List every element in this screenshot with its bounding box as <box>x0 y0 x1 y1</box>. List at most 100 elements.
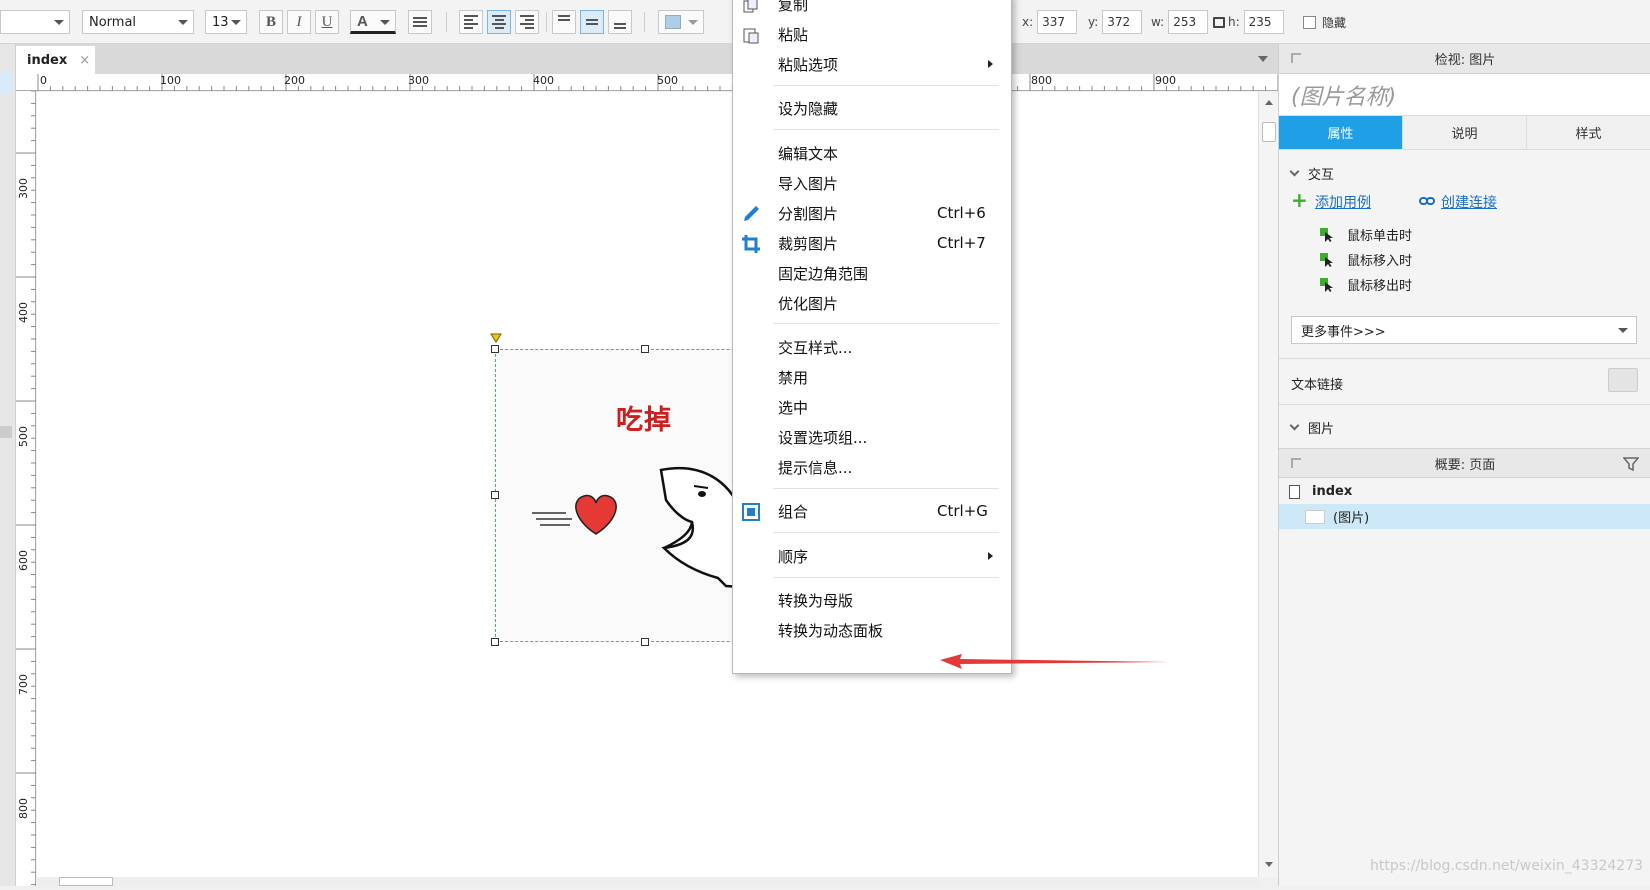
hidden-toggle[interactable]: 隐藏 <box>1303 10 1346 34</box>
font-family-select[interactable] <box>0 10 70 34</box>
h-input[interactable]: 235 <box>1243 10 1284 34</box>
fill-color-button[interactable] <box>658 10 704 34</box>
scroll-down-icon[interactable] <box>1265 862 1273 867</box>
menu-item-paste[interactable]: 粘贴 <box>733 19 1011 49</box>
lock-aspect-icon[interactable] <box>1213 16 1225 28</box>
menu-item-copy[interactable]: 复制 <box>733 0 1011 19</box>
watermark: https://blog.csdn.net/weixin_43324273 <box>1370 858 1644 874</box>
font-size-select[interactable]: 13 <box>205 10 247 34</box>
tab-style[interactable]: 样式 <box>1527 116 1650 150</box>
widget-name-input[interactable]: (图片名称) <box>1279 74 1650 116</box>
font-size-value: 13 <box>212 14 229 30</box>
tab-notes[interactable]: 说明 <box>1403 116 1527 150</box>
menu-item-convert-to-master[interactable]: 转换为母版 <box>733 585 1011 615</box>
style-select[interactable]: Normal <box>82 10 194 34</box>
text-link-button[interactable] <box>1608 368 1638 392</box>
collapse-arrow-icon[interactable] <box>1291 458 1301 468</box>
tab-properties[interactable]: 属性 <box>1279 116 1403 150</box>
menu-item-selection-group[interactable]: 设置选项组... <box>733 422 1011 452</box>
resize-handle-top-left[interactable] <box>491 345 499 353</box>
design-canvas[interactable]: 吃掉 <box>37 92 1258 877</box>
ruler-h-label: 300 <box>408 74 429 87</box>
right-panel: 检视: 图片 (图片名称) 属性 说明 样式 交互 + 添加用例 创建连接 鼠标… <box>1278 44 1650 886</box>
menu-item-label: 交互样式... <box>778 338 853 357</box>
w-input[interactable]: 253 <box>1168 10 1209 34</box>
tab-menu-chevron-icon[interactable] <box>1258 56 1268 62</box>
font-color-button[interactable]: A <box>350 10 396 34</box>
event-cursor-icon <box>1320 252 1333 267</box>
add-icon[interactable]: + <box>1291 190 1308 210</box>
resize-handle-bottom-left[interactable] <box>491 638 499 646</box>
x-input[interactable]: 337 <box>1037 10 1078 34</box>
ruler-h-label: 500 <box>657 74 678 87</box>
menu-item-order[interactable]: 顺序 <box>733 541 1011 571</box>
menu-item-set-hidden[interactable]: 设为隐藏 <box>733 93 1011 123</box>
image-section-title: 图片 <box>1308 422 1335 437</box>
bullet-list-button[interactable] <box>408 10 432 34</box>
horizontal-scrollbar[interactable] <box>37 877 1258 886</box>
menu-item-disable[interactable]: 禁用 <box>733 362 1011 392</box>
menu-item-paste-options[interactable]: 粘贴选项 <box>733 49 1011 79</box>
filter-icon[interactable] <box>1623 457 1639 471</box>
ruler-corner <box>16 74 36 91</box>
create-link-link[interactable]: 创建连接 <box>1441 192 1497 212</box>
outline-page-label: index <box>1312 484 1353 499</box>
menu-item-shortcut: Ctrl+7 <box>937 234 986 252</box>
menu-item-label: 导入图片 <box>778 174 839 193</box>
align-center-button[interactable] <box>487 10 511 34</box>
close-icon[interactable]: × <box>79 53 90 68</box>
list-icon <box>413 17 427 27</box>
event-onmouseleave[interactable]: 鼠标移出时 <box>1319 275 1412 294</box>
resize-handle-bottom[interactable] <box>641 638 649 646</box>
menu-item-optimize-image[interactable]: 优化图片 <box>733 288 1011 318</box>
vertical-scrollbar[interactable] <box>1258 92 1278 877</box>
scroll-up-icon[interactable] <box>1265 100 1273 105</box>
menu-item-label: 组合 <box>778 502 809 521</box>
menu-item-slice-image[interactable]: 分割图片 Ctrl+6 <box>733 198 1011 228</box>
left-panel-strip[interactable] <box>0 44 16 886</box>
height-field: h: 235 <box>1213 10 1284 34</box>
event-cursor-icon <box>1320 277 1333 292</box>
more-events-select[interactable]: 更多事件>>> <box>1291 316 1637 344</box>
align-right-button[interactable] <box>515 10 539 34</box>
horizontal-scroll-thumb[interactable] <box>59 877 113 886</box>
menu-item-convert-to-dynamic-panel[interactable]: 转换为动态面板 <box>733 615 1011 645</box>
event-cursor-icon <box>1320 227 1333 242</box>
divider <box>1279 404 1650 405</box>
menu-item-tooltip[interactable]: 提示信息... <box>733 452 1011 482</box>
hidden-checkbox[interactable] <box>1303 15 1316 29</box>
menu-item-label: 粘贴 <box>778 25 809 44</box>
outline-image-item[interactable]: (图片) <box>1279 504 1650 529</box>
align-left-button[interactable] <box>459 10 483 34</box>
valign-middle-button[interactable] <box>580 10 604 34</box>
image-section-header[interactable]: 图片 <box>1289 418 1335 437</box>
italic-button[interactable]: I <box>287 10 311 34</box>
outline-page-item[interactable]: index <box>1279 479 1650 504</box>
resize-handle-top[interactable] <box>641 345 649 353</box>
menu-item-interaction-styles[interactable]: 交互样式... <box>733 332 1011 362</box>
collapse-arrow-icon[interactable] <box>1291 53 1301 63</box>
add-case-link[interactable]: 添加用例 <box>1315 192 1371 212</box>
menu-item-select[interactable]: 选中 <box>733 392 1011 422</box>
page-icon <box>1289 484 1300 499</box>
menu-item-edit-text[interactable]: 编辑文本 <box>733 138 1011 168</box>
ruler-h-label: 900 <box>1155 74 1176 87</box>
interaction-section-header[interactable]: 交互 <box>1289 164 1334 183</box>
bold-button[interactable]: B <box>259 10 283 34</box>
left-panel-thumb[interactable] <box>0 426 12 438</box>
menu-item-fix-corners[interactable]: 固定边角范围 <box>733 258 1011 288</box>
valign-bottom-button[interactable] <box>608 10 632 34</box>
menu-item-crop-image[interactable]: 裁剪图片 Ctrl+7 <box>733 228 1011 258</box>
corner-radius-handle-icon[interactable] <box>490 333 502 343</box>
resize-handle-left[interactable] <box>491 491 499 499</box>
valign-top-button[interactable] <box>552 10 576 34</box>
menu-item-group[interactable]: 组合 Ctrl+G <box>733 496 1011 526</box>
vertical-scroll-thumb[interactable] <box>1262 122 1276 142</box>
tab-index[interactable]: index × <box>16 46 95 74</box>
y-input[interactable]: 372 <box>1102 10 1143 34</box>
underline-button[interactable]: U <box>315 10 339 34</box>
event-onclick[interactable]: 鼠标单击时 <box>1319 225 1412 244</box>
copy-icon <box>743 0 758 13</box>
event-onmouseenter[interactable]: 鼠标移入时 <box>1319 250 1412 269</box>
menu-item-import-image[interactable]: 导入图片 <box>733 168 1011 198</box>
